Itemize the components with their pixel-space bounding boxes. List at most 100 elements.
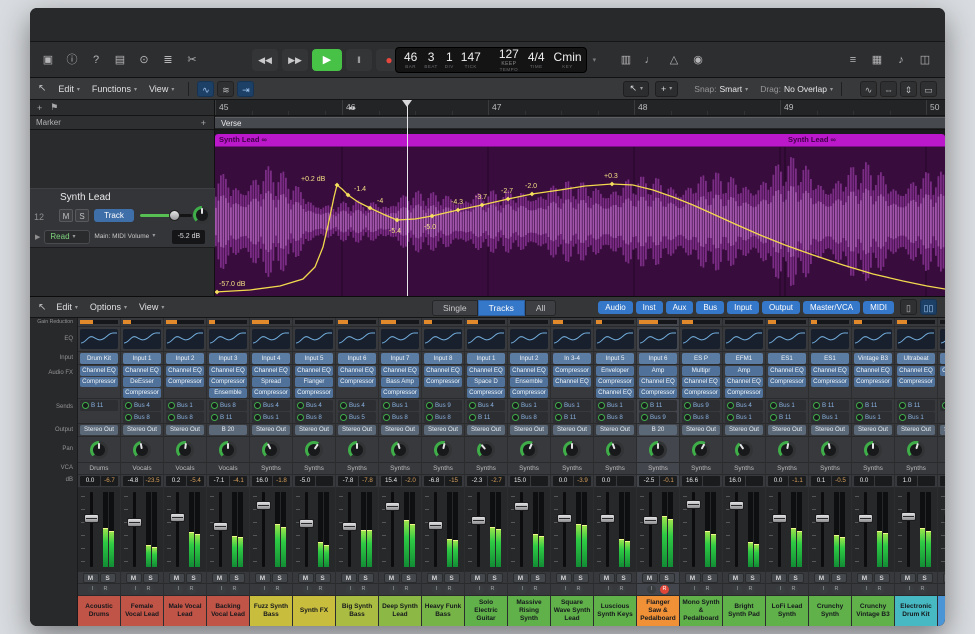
eq-thumbnail[interactable] bbox=[897, 329, 935, 349]
mute-button[interactable]: M bbox=[83, 573, 99, 583]
track-header[interactable]: Synth Lead 12 M S Track ▶ Read Main: MID… bbox=[30, 188, 215, 248]
send-slot[interactable]: B 11 bbox=[639, 400, 677, 411]
record-enable-button[interactable]: R bbox=[789, 585, 798, 594]
send-knob-icon[interactable] bbox=[512, 402, 519, 409]
send-slot[interactable]: Bus 1 bbox=[553, 400, 591, 411]
input-monitor-button[interactable]: I bbox=[260, 585, 269, 594]
audio-fx-slot[interactable]: Channel EQ bbox=[682, 377, 720, 387]
fader-handle[interactable] bbox=[557, 514, 572, 523]
mute-button[interactable]: M bbox=[427, 573, 443, 583]
track-name-label[interactable]: Luscious Synth Keys bbox=[594, 596, 636, 626]
eq-thumbnail[interactable] bbox=[811, 329, 849, 349]
audio-fx-slot[interactable]: Channel EQ bbox=[510, 366, 548, 376]
input-slot[interactable]: ES1 bbox=[811, 353, 849, 364]
audio-fx-slot[interactable]: Compressor bbox=[338, 377, 376, 387]
audio-fx-slot[interactable]: Compressor bbox=[510, 388, 548, 398]
solo-button[interactable]: S bbox=[487, 573, 503, 583]
fader-handle[interactable] bbox=[686, 500, 701, 509]
tempo-display[interactable]: 127 KEEP TEMPO bbox=[499, 48, 519, 72]
input-monitor-button[interactable]: I bbox=[131, 585, 140, 594]
smart-controls-icon[interactable]: ⊙ bbox=[134, 51, 154, 69]
solo-button[interactable]: S bbox=[100, 573, 116, 583]
audio-fx-slot[interactable]: Spread bbox=[252, 377, 290, 387]
audio-fx-slot[interactable]: Channel EQ bbox=[596, 388, 634, 398]
track-name-label[interactable]: Heavy Funk Bass bbox=[422, 596, 464, 626]
audio-fx-slot[interactable]: Compressor bbox=[252, 388, 290, 398]
audio-fx-slot[interactable]: Ensemble bbox=[209, 388, 247, 398]
record-enable-button[interactable]: R bbox=[574, 585, 583, 594]
bookmark-icon[interactable]: ⚑ bbox=[50, 102, 58, 113]
send-knob-icon[interactable] bbox=[426, 402, 433, 409]
solo-button[interactable]: S bbox=[745, 573, 761, 583]
send-knob-icon[interactable] bbox=[340, 402, 347, 409]
send-knob-icon[interactable] bbox=[598, 414, 605, 421]
send-knob-icon[interactable] bbox=[125, 402, 132, 409]
eq-thumbnail[interactable] bbox=[295, 329, 333, 349]
input-monitor-button[interactable]: I bbox=[905, 585, 914, 594]
record-enable-button[interactable]: R bbox=[531, 585, 540, 594]
eq-thumbnail[interactable] bbox=[940, 329, 945, 349]
solo-button[interactable]: S bbox=[831, 573, 847, 583]
mute-button[interactable]: M bbox=[900, 573, 916, 583]
audio-fx-slot[interactable]: Channel EQ bbox=[725, 377, 763, 387]
input-monitor-button[interactable]: I bbox=[346, 585, 355, 594]
send-slot[interactable]: Bus 1 bbox=[854, 412, 892, 423]
send-knob-icon[interactable] bbox=[942, 402, 945, 409]
send-knob-icon[interactable] bbox=[641, 414, 648, 421]
pan-knob[interactable] bbox=[90, 441, 108, 459]
send-knob-icon[interactable] bbox=[426, 414, 433, 421]
vca-slot[interactable]: Synths bbox=[379, 463, 421, 475]
drag-control[interactable]: Drag: No Overlap bbox=[760, 84, 833, 94]
output-slot[interactable]: Stereo Out bbox=[295, 425, 333, 435]
eq-thumbnail[interactable] bbox=[854, 329, 892, 349]
mute-button[interactable]: M bbox=[298, 573, 314, 583]
send-slot[interactable]: Bus 1 bbox=[596, 400, 634, 411]
input-slot[interactable]: Ultrabeat bbox=[897, 353, 935, 364]
send-knob-icon[interactable] bbox=[469, 414, 476, 421]
input-slot[interactable]: Vintage B3 bbox=[854, 353, 892, 364]
catch-playhead-icon[interactable]: ⇥ bbox=[237, 81, 254, 97]
record-enable-button[interactable]: R bbox=[402, 585, 411, 594]
eq-thumbnail[interactable] bbox=[639, 329, 677, 349]
fader-handle[interactable] bbox=[385, 502, 400, 511]
mute-button[interactable]: M bbox=[212, 573, 228, 583]
output-slot[interactable]: Stereo Out bbox=[553, 425, 591, 435]
audio-fx-slot[interactable]: Channel EQ bbox=[897, 366, 935, 376]
track-name-label[interactable]: Flanger Saw & Pedalboard bbox=[637, 596, 679, 626]
send-slot[interactable]: Bus 1 bbox=[252, 412, 290, 423]
audio-fx-slot[interactable]: Multipr bbox=[682, 366, 720, 376]
command-click-tool-menu[interactable]: + bbox=[655, 81, 678, 97]
send-slot[interactable]: Bus 1 bbox=[811, 412, 849, 423]
input-monitor-button[interactable]: I bbox=[389, 585, 398, 594]
vca-slot[interactable]: Synths bbox=[422, 463, 464, 475]
pan-knob[interactable] bbox=[434, 441, 452, 459]
mute-button[interactable]: M bbox=[728, 573, 744, 583]
window-titlebar[interactable] bbox=[30, 8, 945, 42]
mixer-view-menu[interactable]: View bbox=[133, 300, 170, 314]
mute-button[interactable]: M bbox=[169, 573, 185, 583]
pan-knob[interactable] bbox=[821, 441, 839, 459]
output-slot[interactable]: Stereo Out bbox=[940, 425, 945, 435]
filter-inst[interactable]: Inst bbox=[636, 301, 663, 314]
mute-button[interactable]: M bbox=[771, 573, 787, 583]
input-slot[interactable]: Drum Kit bbox=[80, 353, 118, 364]
audio-fx-slot[interactable]: Channel EQ bbox=[80, 366, 118, 376]
vca-slot[interactable]: Vocals bbox=[207, 463, 249, 475]
record-enable-button[interactable]: R bbox=[273, 585, 282, 594]
eq-thumbnail[interactable] bbox=[510, 329, 548, 349]
send-knob-icon[interactable] bbox=[168, 402, 175, 409]
send-slot[interactable]: Bus 8 bbox=[209, 400, 247, 411]
fader-handle[interactable] bbox=[170, 513, 185, 522]
fader-handle[interactable] bbox=[127, 518, 142, 527]
audio-fx-slot[interactable]: Compressor bbox=[209, 377, 247, 387]
send-slot[interactable]: Bus 9 bbox=[639, 412, 677, 423]
play-button[interactable]: ▶ bbox=[312, 49, 342, 71]
solo-button[interactable]: S bbox=[444, 573, 460, 583]
output-slot[interactable]: Stereo Out bbox=[682, 425, 720, 435]
fader-handle[interactable] bbox=[901, 512, 916, 521]
record-enable-button[interactable]: R bbox=[488, 585, 497, 594]
send-knob-icon[interactable] bbox=[598, 402, 605, 409]
send-knob-icon[interactable] bbox=[555, 402, 562, 409]
send-knob-icon[interactable] bbox=[125, 414, 132, 421]
audio-fx-slot[interactable]: Enveloper bbox=[596, 366, 634, 376]
